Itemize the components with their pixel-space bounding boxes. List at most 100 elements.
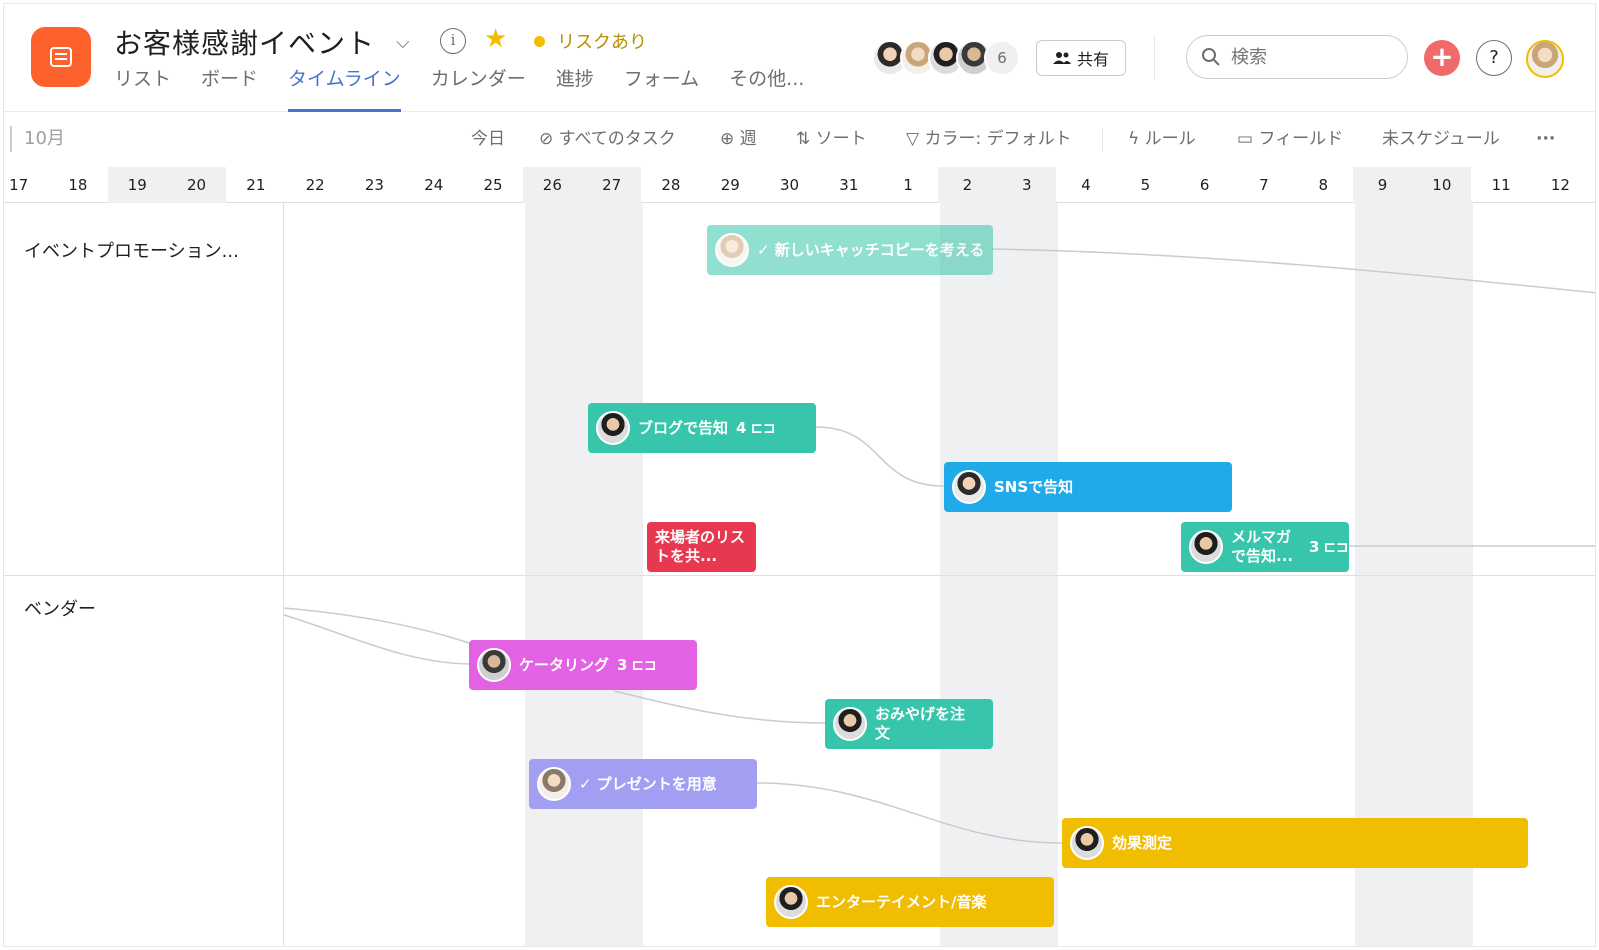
tab-calendar[interactable]: カレンダー	[431, 66, 526, 112]
all-tasks-filter[interactable]: ⊘ すべてのタスク	[539, 126, 676, 152]
assignee-avatar	[1070, 826, 1104, 860]
paint-icon: ▽	[906, 129, 925, 149]
task-bar[interactable]: おみやげを注文	[825, 699, 993, 749]
people-icon	[1052, 52, 1071, 64]
zoom-week-button[interactable]: ⊕ 週	[720, 126, 757, 152]
fields-label: フィールド	[1258, 129, 1344, 149]
subtask-number: 3	[617, 656, 628, 674]
sort-label: ソート	[815, 129, 867, 149]
assignee-avatar	[833, 707, 867, 741]
task-bar[interactable]: メルマガで告知... 3 ⊏⊐	[1181, 522, 1349, 572]
bolt-icon: ϟ	[1128, 129, 1145, 149]
search-input[interactable]	[1231, 46, 1391, 68]
assignee-avatar	[1189, 530, 1223, 564]
info-icon[interactable]: i	[440, 28, 466, 54]
tab-list[interactable]: リスト	[114, 66, 171, 112]
task-bar[interactable]: ケータリング 3 ⊏⊐	[469, 640, 697, 690]
chevron-down-icon[interactable]: ⌵	[396, 32, 410, 53]
help-button[interactable]: ?	[1476, 40, 1512, 76]
day-label: 9	[1352, 167, 1413, 203]
task-name: ケータリング	[519, 655, 610, 674]
task-bar[interactable]: ✓ 新しいキャッチコピーを考える	[707, 225, 993, 275]
task-bar[interactable]: 来場者のリストを共...	[647, 522, 756, 572]
tab-board[interactable]: ボード	[201, 66, 258, 112]
day-label: 6	[1199, 176, 1210, 194]
project-title[interactable]: お客様感謝イベント	[114, 22, 375, 62]
date-header: 17 18 19 20 21 22 23 24 25 26 27 28 29 30 31 1 2 3 4 5 6 7 8 9 1…	[4, 167, 1595, 203]
tab-forms[interactable]: フォーム	[624, 66, 699, 112]
today-button[interactable]: 今日	[471, 126, 505, 152]
day-label: 28	[661, 176, 681, 194]
day-label: 23	[364, 176, 384, 194]
day-label: 26	[522, 167, 582, 203]
task-name: おみやげを注文	[875, 705, 966, 742]
unscheduled-button[interactable]: 未スケジュール	[1382, 126, 1500, 152]
tab-timeline[interactable]: タイムライン	[288, 66, 401, 112]
day-label: 2	[937, 167, 998, 203]
day-label: 3	[997, 167, 1057, 203]
day-label: 4	[1081, 176, 1091, 194]
task-bar[interactable]: ✓ プレゼントを用意	[529, 759, 757, 809]
color-label: カラー: デフォルト	[924, 129, 1072, 149]
star-icon[interactable]: ★	[484, 24, 507, 54]
sort-button[interactable]: ⇅ ソート	[796, 126, 867, 152]
member-avatars[interactable]: 6	[872, 40, 1020, 76]
more-icon[interactable]: ···	[1536, 126, 1555, 152]
search-box[interactable]	[1186, 35, 1408, 79]
day-label: 21	[246, 176, 266, 194]
assignee-avatar	[952, 470, 986, 504]
subtask-icon: ⊏⊐	[1323, 538, 1349, 556]
user-avatar[interactable]	[1526, 40, 1564, 78]
rules-label: ルール	[1144, 129, 1196, 149]
subtask-count: 4 ⊏⊐	[736, 419, 776, 437]
list-icon	[50, 47, 72, 67]
share-button[interactable]: 共有	[1036, 40, 1126, 76]
subtask-icon: ⊏⊐	[750, 419, 776, 437]
assignee-avatar	[715, 233, 749, 267]
tab-progress[interactable]: 進捗	[556, 66, 594, 112]
day-label: 31	[839, 176, 859, 194]
assignee-avatar	[537, 767, 571, 801]
divider	[1102, 128, 1103, 152]
project-header: お客様感謝イベント ⌵ i ★ リスクあり リスト ボード タイムライン カレン…	[4, 4, 1595, 112]
rules-button[interactable]: ϟ ルール	[1128, 126, 1196, 152]
week-label: 週	[739, 129, 757, 149]
color-button[interactable]: ▽ カラー: デフォルト	[906, 126, 1072, 152]
task-name: 来場者のリストを共...	[655, 528, 746, 565]
task-bar[interactable]: SNSで告知	[944, 462, 1232, 512]
project-icon[interactable]	[31, 27, 91, 87]
task-bar[interactable]: 効果測定	[1062, 818, 1528, 868]
task-name: ✓ 新しいキャッチコピーを考える	[757, 240, 985, 259]
task-name: SNSで告知	[994, 477, 1074, 496]
assignee-avatar	[596, 411, 630, 445]
sort-icon: ⇅	[796, 129, 816, 149]
task-name: メルマガで告知...	[1231, 528, 1294, 565]
day-label: 22	[305, 176, 325, 194]
tab-more[interactable]: その他...	[729, 66, 804, 112]
day-label: 27	[582, 167, 642, 203]
add-button[interactable]: +	[1424, 40, 1460, 76]
task-name: ✓ プレゼントを用意	[579, 774, 717, 793]
day-label: 7	[1259, 176, 1269, 194]
fields-button[interactable]: ▭ フィールド	[1237, 126, 1343, 152]
subtask-count: 3 ⊏⊐	[1309, 538, 1349, 556]
check-circle-icon: ⊘	[539, 129, 559, 149]
project-status[interactable]: リスクあり	[557, 28, 647, 54]
task-bar[interactable]: エンターテイメント/音楽	[766, 877, 1054, 927]
day-label: 1	[903, 176, 913, 194]
search-icon	[1202, 48, 1220, 66]
day-label: 11	[1491, 176, 1511, 194]
day-label: 17	[9, 176, 29, 194]
month-label: 10月	[10, 126, 65, 152]
task-bar[interactable]: ブログで告知 4 ⊏⊐	[588, 403, 816, 453]
divider	[1154, 36, 1155, 80]
view-tabs: リスト ボード タイムライン カレンダー 進捗 フォーム その他...	[114, 66, 834, 112]
subtask-icon: ⊏⊐	[631, 656, 657, 674]
assignee-avatar	[774, 885, 808, 919]
app-window: お客様感謝イベント ⌵ i ★ リスクあり リスト ボード タイムライン カレン…	[3, 3, 1596, 947]
day-label: 10	[1412, 167, 1472, 203]
member-count: 6	[984, 40, 1020, 76]
task-name: ブログで告知	[638, 418, 729, 437]
task-name: 効果測定	[1112, 833, 1173, 852]
status-dot-icon	[534, 36, 545, 47]
